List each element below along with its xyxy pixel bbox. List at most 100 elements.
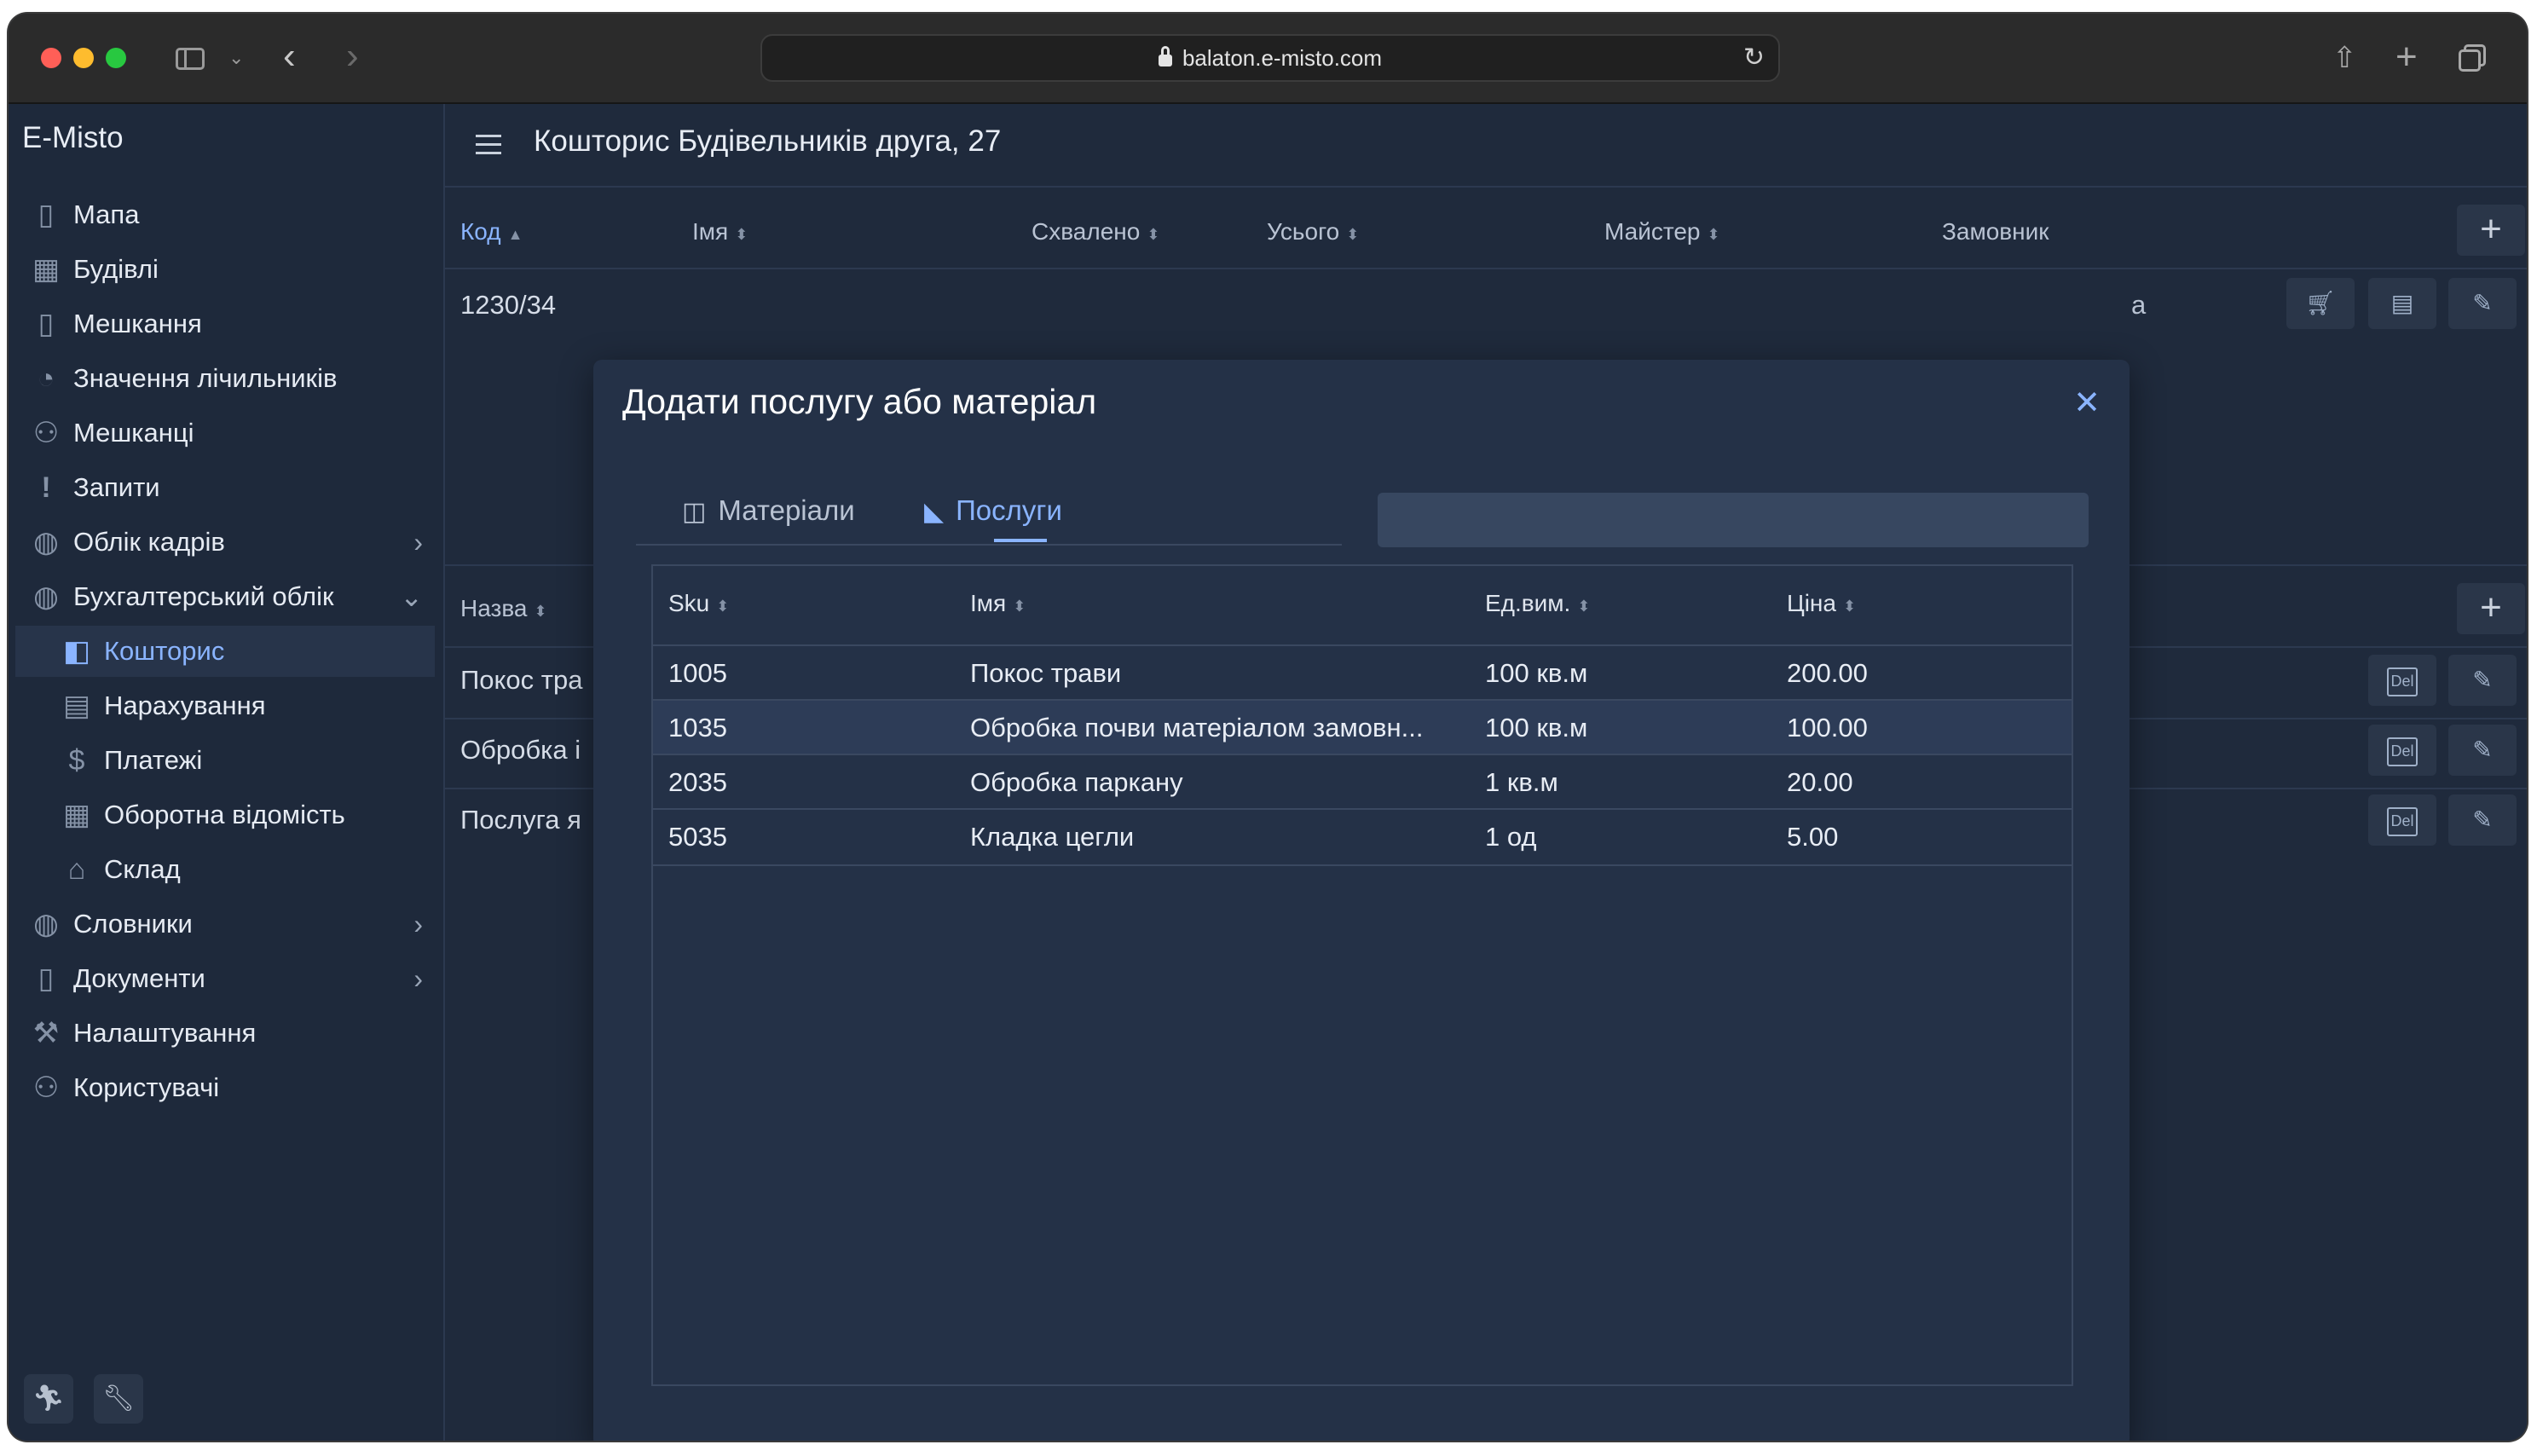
back-icon[interactable]: ‹	[283, 34, 317, 82]
sort-asc-icon: ▲	[507, 226, 523, 243]
edit-item-button[interactable]: ✎	[2448, 725, 2517, 776]
tab-services[interactable]: ◣ Послуги	[924, 479, 1062, 542]
close-dialog-button[interactable]: ✕	[2073, 384, 2101, 422]
column-header-title[interactable]: Назва ⬍	[460, 595, 547, 622]
maximize-window-button[interactable]	[106, 48, 126, 68]
active-tab-indicator	[994, 539, 1047, 542]
sidebar-item-residents[interactable]: ⚇ Мешканці	[15, 407, 435, 459]
edit-estimate-button[interactable]: ✎	[2448, 278, 2517, 329]
sidebar: E-Misto ▯ Мапа ▦ Будівлі ▯ Мешкання ◔ Зн…	[9, 104, 445, 1441]
share-icon[interactable]: ⇧	[2332, 34, 2367, 82]
table-icon: ▦	[62, 799, 91, 831]
chevron-right-icon: ›	[413, 963, 423, 994]
close-window-button[interactable]	[41, 48, 61, 68]
column-header-approved[interactable]: Схвалено ⬍	[1032, 218, 1159, 246]
page-header: Кошторис Будівельників друга, 27	[445, 104, 2527, 188]
table-row[interactable]: 2035 Обробка паркану 1 кв.м 20.00	[653, 754, 2072, 810]
column-header-sku[interactable]: Sku ⬍	[668, 590, 729, 617]
document-icon: ▯	[38, 962, 55, 995]
tools-button[interactable]: 🔧︎	[94, 1374, 143, 1424]
delete-item-button[interactable]: Del	[2368, 655, 2436, 706]
sidebar-item-hr[interactable]: ◍ Облік кадрів ›	[15, 517, 435, 568]
minimize-window-button[interactable]	[73, 48, 94, 68]
tab-overview-icon[interactable]	[2457, 34, 2491, 82]
sidebar-item-turnover[interactable]: ▦ Оборотна відомість	[15, 789, 435, 841]
sidebar-item-apartments[interactable]: ▯ Мешкання	[15, 298, 435, 350]
sidebar-toggle-icon[interactable]	[172, 34, 210, 82]
chevron-down-icon[interactable]: ⌄	[228, 34, 249, 82]
document-button[interactable]: ▤	[2368, 278, 2436, 329]
sidebar-item-label: Мешкання	[73, 309, 202, 338]
tab-materials[interactable]: ◫ Матеріали	[682, 479, 855, 542]
item-title: Обробка і	[460, 735, 581, 765]
url-text[interactable]: balaton.e-misto.com	[762, 36, 1778, 80]
delete-item-button[interactable]: Del	[2368, 725, 2436, 776]
column-header-name[interactable]: Імя ⬍	[970, 590, 1026, 617]
edit-icon: ✎	[2472, 667, 2493, 693]
sidebar-item-estimate[interactable]: ◧ Кошторис	[15, 626, 435, 677]
sidebar-item-label: Оборотна відомість	[104, 800, 345, 829]
column-header-code[interactable]: Код ▲	[460, 218, 523, 246]
delete-icon: Del	[2387, 737, 2418, 766]
column-header-customer[interactable]: Замовник	[1942, 218, 2049, 246]
sidebar-item-warehouse[interactable]: ⌂ Склад	[15, 844, 435, 895]
logout-button[interactable]: 🏃︎	[24, 1374, 73, 1424]
new-tab-icon[interactable]: +	[2395, 34, 2430, 82]
delete-icon: Del	[2387, 667, 2418, 696]
address-bar[interactable]: balaton.e-misto.com ↻	[760, 34, 1780, 82]
sku-cell: 5035	[668, 822, 727, 852]
column-header-total[interactable]: Усього ⬍	[1267, 218, 1359, 246]
sort-icon: ⬍	[1346, 226, 1360, 243]
sort-icon: ⬍	[1577, 598, 1591, 615]
hamburger-menu-icon[interactable]	[476, 135, 501, 155]
edit-item-button[interactable]: ✎	[2448, 794, 2517, 846]
name-cell: Обробка паркану	[970, 767, 1183, 797]
globe-icon: ◍	[33, 581, 59, 613]
add-estimate-button[interactable]: +	[2457, 205, 2525, 256]
table-row[interactable]: 1005 Покос трави 100 кв.м 200.00	[653, 644, 2072, 701]
dialog-tabs: ◫ Матеріали ◣ Послуги	[636, 479, 1342, 546]
sort-icon: ⬍	[1842, 598, 1857, 615]
unit-cell: 1 кв.м	[1485, 767, 1558, 797]
sidebar-item-label: Нарахування	[104, 690, 266, 720]
sidebar-item-payments[interactable]: $ Платежі	[15, 735, 435, 786]
running-icon: 🏃︎	[32, 1384, 66, 1413]
table-row-selected[interactable]: 1035 Обробка почви матеріалом замовн... …	[653, 699, 2072, 755]
sku-cell: 2035	[668, 767, 727, 797]
sidebar-item-map[interactable]: ▯ Мапа	[15, 189, 435, 240]
table-row[interactable]: 5035 Кладка цегли 1 од 5.00	[653, 808, 2072, 866]
sidebar-item-label: Запити	[73, 472, 160, 502]
sku-cell: 1005	[668, 658, 727, 688]
sort-icon: ⬍	[716, 598, 730, 615]
sidebar-item-accounting[interactable]: ◍ Бухгалтерський облік ⌄	[15, 571, 435, 622]
sidebar-item-dictionaries[interactable]: ◍ Словники ›	[15, 898, 435, 950]
unit-cell: 100 кв.м	[1485, 658, 1588, 688]
invoice-icon: ▤	[62, 690, 91, 722]
sidebar-item-label: Бухгалтерський облік	[73, 581, 334, 611]
cart-button[interactable]: 🛒︎	[2286, 278, 2355, 329]
column-header-price[interactable]: Ціна ⬍	[1787, 590, 1856, 617]
edit-item-button[interactable]: ✎	[2448, 655, 2517, 706]
search-input[interactable]	[1378, 493, 2089, 547]
forward-icon[interactable]: ›	[346, 34, 380, 82]
column-header-name[interactable]: Імя ⬍	[692, 218, 748, 246]
delete-item-button[interactable]: Del	[2368, 794, 2436, 846]
page-title: Кошторис Будівельників друга, 27	[534, 124, 1002, 158]
chevron-right-icon: ›	[413, 909, 423, 939]
name-cell: Обробка почви матеріалом замовн...	[970, 713, 1424, 742]
browser-toolbar: ⌄ ‹ › balaton.e-misto.com ↻ ⇧ +	[9, 14, 2527, 104]
sidebar-item-buildings[interactable]: ▦ Будівлі	[15, 244, 435, 295]
sidebar-item-settings[interactable]: ⚒ Налаштування	[15, 1008, 435, 1059]
sidebar-item-users[interactable]: ⚇ Користувачі	[15, 1062, 435, 1113]
sidebar-item-requests[interactable]: ! Запити	[15, 462, 435, 513]
reload-icon[interactable]: ↻	[1743, 36, 1765, 80]
dialog-title: Додати послугу або матеріал	[622, 382, 1097, 421]
edit-icon: ✎	[2472, 737, 2493, 763]
wrench-icon: ⚒	[32, 1017, 60, 1049]
sidebar-item-documents[interactable]: ▯ Документи ›	[15, 953, 435, 1004]
sidebar-item-charges[interactable]: ▤ Нарахування	[15, 680, 435, 731]
column-header-master[interactable]: Майстер ⬍	[1604, 218, 1720, 246]
add-item-button[interactable]: +	[2457, 583, 2525, 634]
sidebar-item-meter-readings[interactable]: ◔ Значення лічильників	[15, 353, 435, 404]
column-header-unit[interactable]: Ед.вим. ⬍	[1485, 590, 1590, 617]
